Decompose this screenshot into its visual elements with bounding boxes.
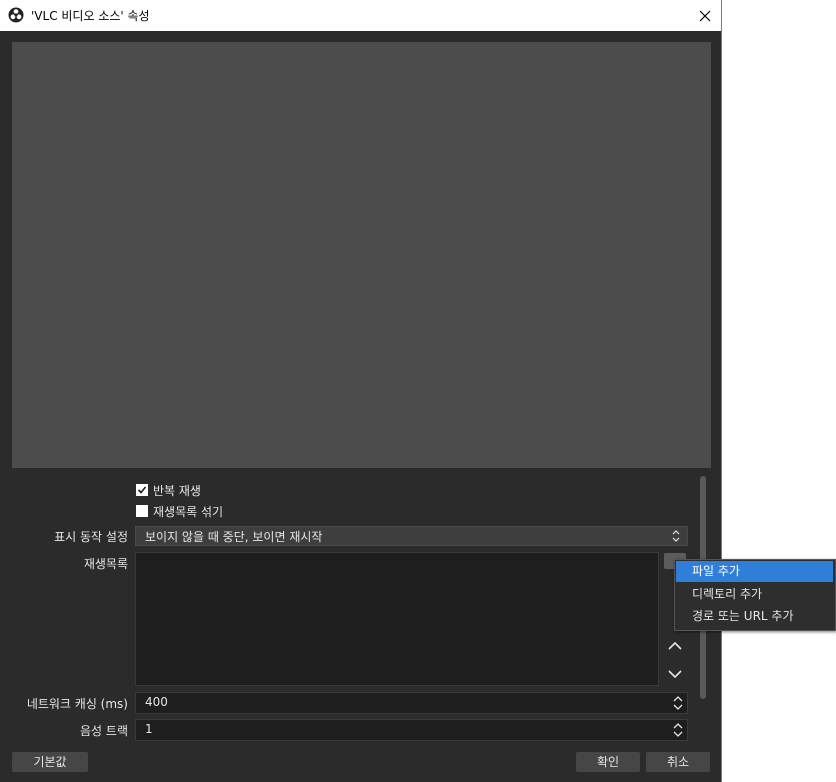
visibility-label: 표시 동작 설정 <box>54 530 128 544</box>
defaults-button[interactable]: 기본값 <box>12 752 88 772</box>
title-bar[interactable]: 'VLC 비디오 소스' 속성 <box>0 0 721 31</box>
close-button[interactable] <box>688 0 722 31</box>
visibility-value: 보이지 않을 때 중단, 보이면 재시작 <box>145 530 323 544</box>
spin-arrows-icon[interactable] <box>670 720 686 740</box>
spin-arrows-icon[interactable] <box>670 693 686 713</box>
move-down-button[interactable] <box>663 662 687 686</box>
playlist-list[interactable] <box>135 552 659 686</box>
shuffle-checkbox[interactable] <box>136 505 148 517</box>
chevron-down-icon <box>668 670 682 679</box>
network-caching-value: 400 <box>145 695 168 709</box>
move-up-button[interactable] <box>663 634 687 658</box>
updown-arrows-icon <box>669 528 683 544</box>
video-preview <box>12 42 711 468</box>
obs-logo-icon <box>8 7 24 23</box>
menu-item-add-directory[interactable]: 디렉토리 추가 <box>676 584 833 605</box>
shuffle-label: 재생목록 섞기 <box>153 504 224 519</box>
loop-label: 반복 재생 <box>153 483 201 498</box>
chevron-up-icon <box>668 641 682 650</box>
properties-dialog: 'VLC 비디오 소스' 속성 반복 재생 재생목록 섞기 표시 동작 설정 보… <box>0 0 722 782</box>
cancel-button[interactable]: 취소 <box>646 752 710 772</box>
shuffle-option[interactable]: 재생목록 섞기 <box>136 503 223 519</box>
audio-track-label: 음성 트랙 <box>80 724 128 738</box>
checkmark-icon <box>137 486 147 494</box>
close-icon <box>699 10 711 21</box>
network-caching-spinbox[interactable]: 400 <box>135 692 688 714</box>
network-caching-label: 네트워크 캐싱 (ms) <box>26 697 128 711</box>
menu-item-add-file[interactable]: 파일 추가 <box>676 561 833 582</box>
audio-track-value: 1 <box>145 722 153 736</box>
playlist-label: 재생목록 <box>83 557 128 571</box>
add-context-menu: 파일 추가 디렉토리 추가 경로 또는 URL 추가 <box>674 559 836 631</box>
ok-button[interactable]: 확인 <box>576 752 640 772</box>
loop-option[interactable]: 반복 재생 <box>136 482 201 498</box>
audio-track-spinbox[interactable]: 1 <box>135 719 688 741</box>
window-title: 'VLC 비디오 소스' 속성 <box>31 9 150 23</box>
menu-item-add-path-url[interactable]: 경로 또는 URL 추가 <box>676 606 833 627</box>
loop-checkbox[interactable] <box>136 484 148 496</box>
visibility-combobox[interactable]: 보이지 않을 때 중단, 보이면 재시작 <box>135 526 688 546</box>
